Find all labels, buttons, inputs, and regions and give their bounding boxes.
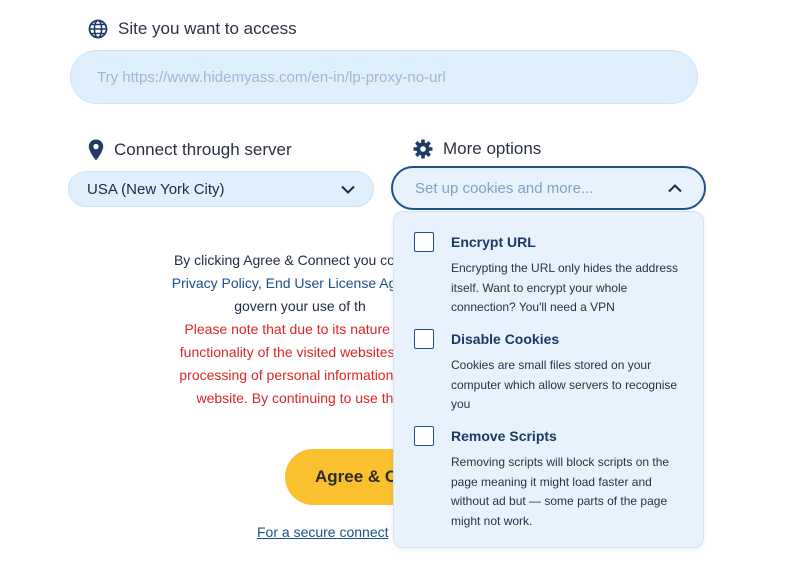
more-options-dropdown: Encrypt URL Encrypting the URL only hide… [393, 211, 704, 548]
location-pin-icon [88, 139, 104, 161]
options-label-row: More options [413, 139, 541, 159]
remove-scripts-description: Removing scripts will block scripts on t… [451, 455, 670, 528]
disable-cookies-title: Disable Cookies [451, 331, 560, 347]
gear-icon [413, 139, 433, 159]
chevron-up-icon [668, 180, 682, 197]
option-remove-scripts[interactable]: Remove Scripts Removing scripts will blo… [414, 426, 684, 536]
server-select[interactable]: USA (New York City) [68, 171, 374, 207]
privacy-policy-link[interactable]: Privacy Policy [172, 275, 258, 291]
encrypt-url-title: Encrypt URL [451, 234, 536, 250]
options-label: More options [443, 139, 542, 158]
option-disable-cookies[interactable]: Disable Cookies Cookies are small files … [414, 329, 684, 419]
disable-cookies-checkbox[interactable] [414, 329, 434, 349]
agree-connect-emphasis: Agree & Connect [243, 252, 350, 268]
site-url-input[interactable] [70, 50, 698, 104]
remove-scripts-title: Remove Scripts [451, 428, 557, 444]
disable-cookies-description: Cookies are small files stored on your c… [451, 358, 678, 411]
options-select-value: Set up cookies and more... [415, 179, 594, 197]
site-label: Site you want to access [118, 19, 297, 38]
globe-icon [88, 19, 108, 39]
remove-scripts-checkbox[interactable] [414, 426, 434, 446]
server-label-row: Connect through server [88, 139, 292, 161]
secure-connection-link[interactable]: For a secure connect [257, 524, 389, 540]
encrypt-url-checkbox[interactable] [414, 232, 434, 252]
server-select-value: USA (New York City) [87, 180, 225, 198]
chevron-down-icon [341, 181, 355, 198]
option-encrypt-url[interactable]: Encrypt URL Encrypting the URL only hide… [414, 232, 684, 322]
site-label-row: Site you want to access [88, 19, 297, 39]
options-select[interactable]: Set up cookies and more... [391, 166, 706, 210]
server-label: Connect through server [114, 140, 292, 159]
encrypt-url-description: Encrypting the URL only hides the addres… [451, 261, 679, 314]
